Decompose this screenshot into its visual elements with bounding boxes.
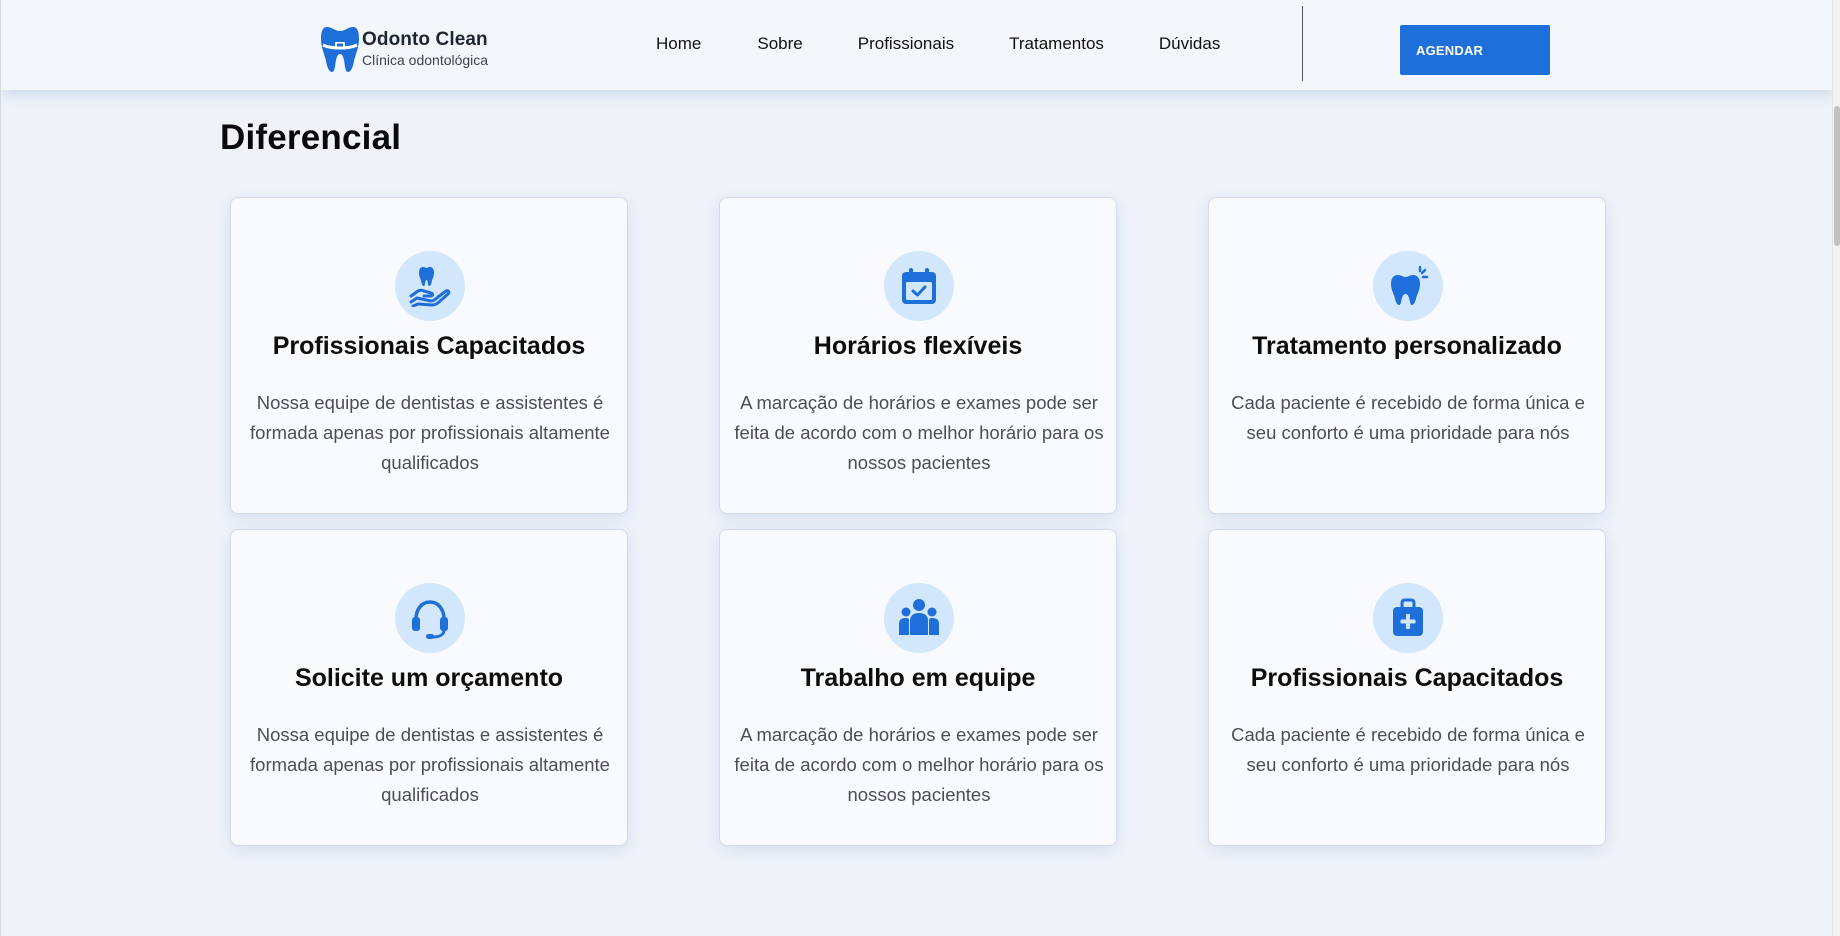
section-title: Diferencial — [220, 118, 402, 157]
card-text: A marcação de horários e exames pode ser… — [734, 392, 1104, 473]
medical-kit-icon — [1393, 598, 1423, 636]
sparkle-tooth-icon — [1391, 265, 1429, 305]
page: Odonto Clean Clínica odontológica Home S… — [0, 0, 1832, 936]
card-icon-badge — [884, 251, 954, 321]
header-divider — [1302, 6, 1303, 81]
card-icon-badge — [395, 251, 465, 321]
card-text: Cada paciente é recebido de forma única … — [1231, 392, 1585, 443]
card-icon-badge — [884, 583, 954, 653]
card-text: Nossa equipe de dentistas e assistentes … — [250, 724, 610, 805]
team-icon — [899, 599, 939, 635]
card-title: Tratamento personalizado — [1252, 332, 1562, 360]
feature-card: Horários flexíveis A marcação de horário… — [719, 197, 1117, 514]
page-scrollbar[interactable] — [1832, 0, 1840, 936]
card-text: Nossa equipe de dentistas e assistentes … — [250, 392, 610, 473]
card-icon-badge — [395, 583, 465, 653]
card-title: Trabalho em equipe — [800, 664, 1036, 692]
card-icon-badge — [1373, 583, 1443, 653]
nav-link-home[interactable]: Home — [656, 34, 701, 54]
nav-link-sobre[interactable]: Sobre — [757, 34, 802, 54]
calendar-check-icon — [902, 268, 936, 304]
card-text: Cada paciente é recebido de forma única … — [1231, 724, 1585, 775]
feature-card: Tratamento personalizado Cada paciente é… — [1208, 197, 1606, 514]
feature-card: Solicite um orçamento Nossa equipe de de… — [230, 529, 628, 846]
brand-logo[interactable]: Odonto Clean Clínica odontológica — [321, 25, 488, 73]
card-title: Solicite um orçamento — [294, 664, 564, 692]
card-text: A marcação de horários e exames pode ser… — [734, 724, 1104, 805]
nav-link-profissionais[interactable]: Profissionais — [858, 34, 954, 54]
site-header: Odonto Clean Clínica odontológica Home S… — [1, 0, 1832, 90]
card-title: Profissionais Capacitados — [272, 332, 586, 360]
card-title: Profissionais Capacitados — [1250, 664, 1564, 692]
feature-card: Profissionais Capacitados Cada paciente … — [1208, 529, 1606, 846]
brand-title: Odonto Clean — [362, 29, 488, 50]
agendar-button[interactable]: AGENDAR — [1400, 25, 1550, 75]
scrollbar-thumb[interactable] — [1834, 106, 1840, 246]
nav-link-duvidas[interactable]: Dúvidas — [1159, 34, 1220, 54]
hand-tooth-icon — [409, 267, 451, 307]
main-nav: Home Sobre Profissionais Tratamentos Dúv… — [656, 34, 1275, 54]
feature-card: Trabalho em equipe A marcação de horário… — [719, 529, 1117, 846]
feature-card: Profissionais Capacitados Nossa equipe d… — [230, 197, 628, 514]
headset-icon — [412, 600, 448, 639]
card-icon-badge — [1373, 251, 1443, 321]
tooth-logo-icon — [321, 27, 359, 72]
card-title: Horários flexíveis — [813, 332, 1023, 360]
nav-link-tratamentos[interactable]: Tratamentos — [1009, 34, 1104, 54]
brand-subtitle: Clínica odontológica — [362, 52, 489, 68]
